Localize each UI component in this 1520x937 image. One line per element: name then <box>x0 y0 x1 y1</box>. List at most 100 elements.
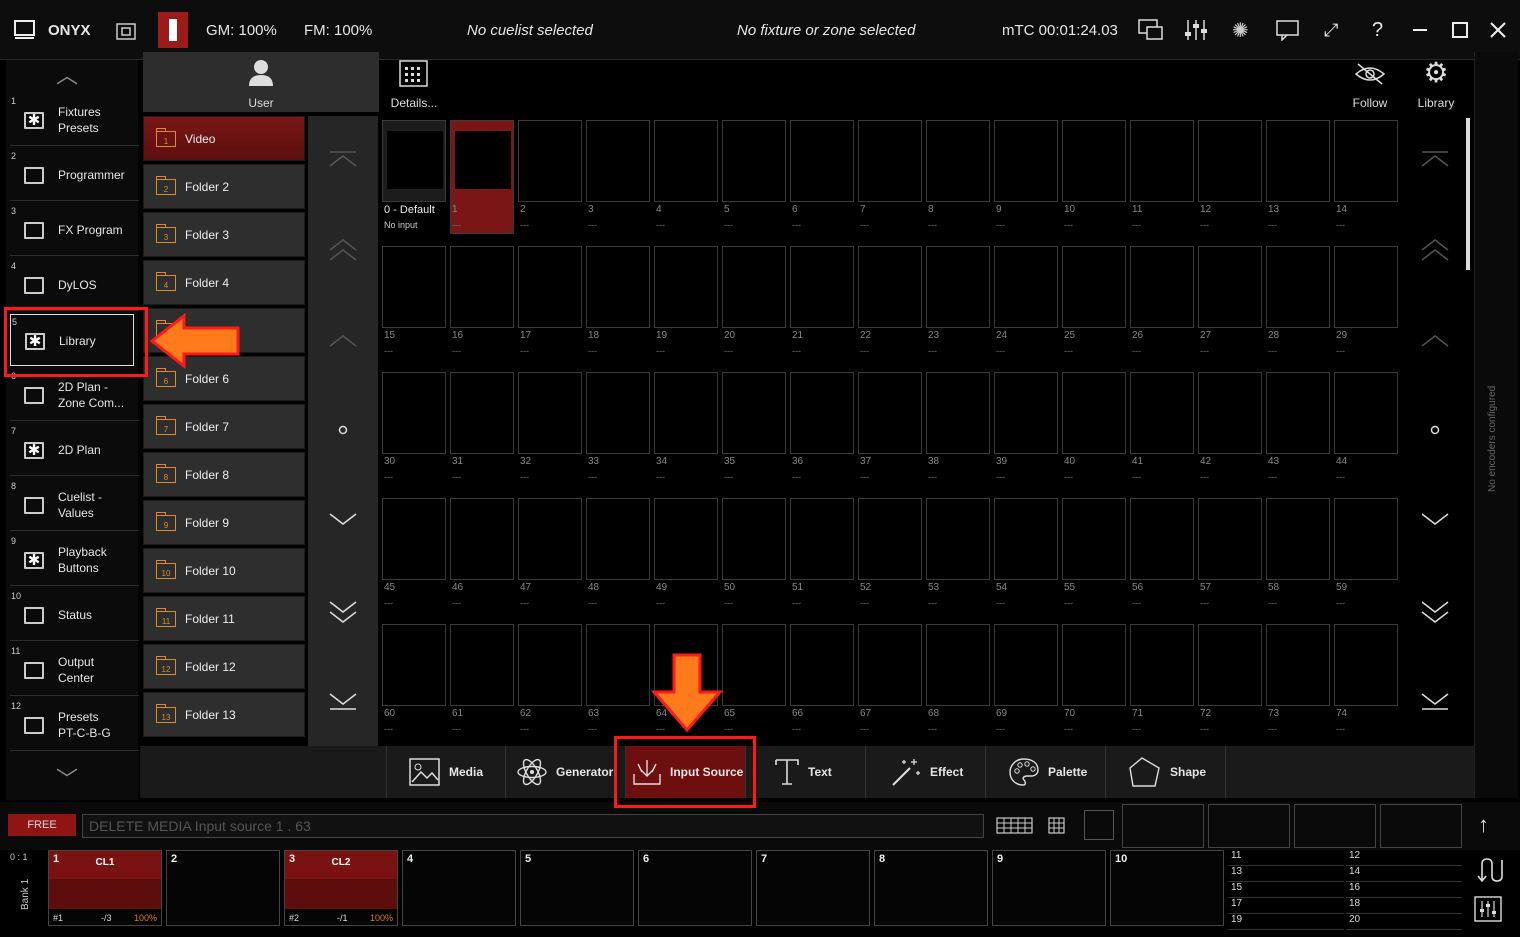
grid-cell[interactable] <box>1334 372 1398 454</box>
playback-4[interactable]: 4 <box>402 850 516 926</box>
grid-cell[interactable] <box>586 624 650 706</box>
aux-button-4[interactable] <box>1380 804 1462 848</box>
grid-view-icon[interactable] <box>1048 816 1066 841</box>
grid-cell[interactable] <box>450 246 514 328</box>
sidebar-item-1[interactable]: 1 ✱ Fixtures Presets <box>10 94 139 146</box>
grid-cell[interactable] <box>1062 246 1126 328</box>
grid-cell[interactable] <box>790 498 854 580</box>
close-icon[interactable] <box>1490 0 1506 60</box>
grid-cell[interactable] <box>1266 246 1330 328</box>
grid-cell[interactable] <box>1062 624 1126 706</box>
user-button[interactable]: User <box>143 52 379 112</box>
sidebar-item-8[interactable]: 8 Cuelist - Values <box>10 479 139 531</box>
grid-cell[interactable] <box>722 246 786 328</box>
folder-item[interactable]: 11 Folder 11 <box>143 596 305 641</box>
folder-item[interactable]: 13 Folder 13 <box>143 692 305 737</box>
grid-cell[interactable] <box>1062 498 1126 580</box>
grid-cell[interactable] <box>994 624 1058 706</box>
scroll-center-icon[interactable] <box>337 424 349 436</box>
grid-cell[interactable] <box>1198 498 1262 580</box>
grid-scroll-center-icon[interactable] <box>1429 424 1441 436</box>
folder-item[interactable]: 8 Folder 8 <box>143 452 305 497</box>
select-button[interactable] <box>1084 810 1114 840</box>
grid-cell[interactable] <box>450 120 514 234</box>
swap-icon[interactable] <box>1474 856 1504 889</box>
grid-cell[interactable] <box>1130 246 1194 328</box>
grid-cell[interactable] <box>926 120 990 202</box>
folder-item[interactable]: 7 Folder 7 <box>143 404 305 449</box>
grid-cell[interactable] <box>1198 120 1262 202</box>
playback-7[interactable]: 7 <box>756 850 870 926</box>
grid-cell[interactable] <box>790 246 854 328</box>
scroll-top-icon[interactable] <box>326 150 360 170</box>
grid-cell[interactable] <box>450 372 514 454</box>
generator-button[interactable]: Generator <box>506 746 626 798</box>
folder-item[interactable]: 2 Folder 2 <box>143 164 305 209</box>
grid-cell[interactable] <box>722 624 786 706</box>
grid-cell[interactable] <box>586 246 650 328</box>
grid-cell[interactable] <box>1334 498 1398 580</box>
aux-button-2[interactable] <box>1208 804 1290 848</box>
playback-10[interactable]: 10 <box>1110 850 1224 926</box>
aux-button-1[interactable] <box>1122 804 1204 848</box>
grid-cell[interactable] <box>1130 498 1194 580</box>
mini-playback[interactable]: 17 <box>1228 898 1344 914</box>
flash-master-readout[interactable]: FM: 100% <box>304 0 372 60</box>
sidebar-item-4[interactable]: 4 DyLOS <box>10 259 139 311</box>
follow-button[interactable]: Follow <box>1342 56 1398 112</box>
grid-cell[interactable] <box>1266 372 1330 454</box>
grid-cell[interactable] <box>654 498 718 580</box>
expand-icon[interactable]: ⤢ <box>1324 0 1338 60</box>
sidebar-scroll-up-icon[interactable]: ︿ <box>56 58 78 90</box>
grid-cell[interactable] <box>586 120 650 202</box>
grid-cell[interactable] <box>450 498 514 580</box>
grid-cell[interactable] <box>518 624 582 706</box>
playback-6[interactable]: 6 <box>638 850 752 926</box>
grid-cell[interactable] <box>858 624 922 706</box>
mini-playback[interactable]: 14 <box>1346 866 1462 882</box>
folder-item[interactable]: 12 Folder 12 <box>143 644 305 689</box>
command-line-input[interactable]: DELETE MEDIA Input source 1 . 63 <box>82 814 984 838</box>
grid-scroll-down-icon[interactable] <box>1418 512 1452 528</box>
bank-selector[interactable]: 0 : 1 Bank 1 <box>6 850 44 926</box>
grid-cell[interactable] <box>654 372 718 454</box>
sidebar-item-9[interactable]: 9 ✱ Playback Buttons <box>10 534 139 586</box>
grid-cell[interactable] <box>858 498 922 580</box>
grid-cell[interactable] <box>382 372 446 454</box>
grand-master-readout[interactable]: GM: 100% <box>206 0 277 60</box>
grid-scroll-top-icon[interactable] <box>1418 150 1452 170</box>
grid-cell[interactable] <box>722 120 786 202</box>
dmx-icon[interactable]: ✺ <box>1232 0 1249 60</box>
sidebar-item-3[interactable]: 3 FX Program <box>10 204 139 256</box>
grid-page-up-icon[interactable] <box>1418 238 1452 262</box>
playback-3[interactable]: CL2 #2 -/1 100% 3 <box>284 850 398 926</box>
grid-cell[interactable] <box>1334 120 1398 202</box>
app-menu-icon[interactable] <box>14 0 36 60</box>
grid-cell[interactable] <box>1266 120 1330 202</box>
sidebar-item-10[interactable]: 10 Status <box>10 589 139 641</box>
grid-cell[interactable] <box>654 246 718 328</box>
scroll-up-icon[interactable] <box>326 332 360 348</box>
grid-scroll-up-icon[interactable] <box>1418 332 1452 348</box>
sidebar-item-7[interactable]: 7 ✱ 2D Plan <box>10 424 139 476</box>
grid-cell[interactable] <box>1130 372 1194 454</box>
grid-cell[interactable] <box>790 372 854 454</box>
lock-icon[interactable] <box>115 0 137 60</box>
grid-cell[interactable] <box>926 246 990 328</box>
grid-cell[interactable] <box>518 120 582 202</box>
fader-settings-icon[interactable] <box>1474 896 1502 927</box>
text-button[interactable]: Text <box>746 746 866 798</box>
grid-cell[interactable] <box>858 120 922 202</box>
grid-scroll-bottom-icon[interactable] <box>1418 692 1452 712</box>
grid-cell[interactable] <box>722 372 786 454</box>
grid-cell[interactable] <box>1266 624 1330 706</box>
effect-button[interactable]: Effect <box>866 746 986 798</box>
grid-cell[interactable] <box>722 498 786 580</box>
palette-button[interactable]: Palette <box>986 746 1106 798</box>
windows-icon[interactable] <box>1138 0 1164 60</box>
message-icon[interactable] <box>1276 0 1300 60</box>
scroll-down-icon[interactable] <box>326 512 360 528</box>
playback-8[interactable]: 8 <box>874 850 988 926</box>
grid-cell[interactable] <box>382 498 446 580</box>
grid-cell[interactable] <box>382 246 446 328</box>
